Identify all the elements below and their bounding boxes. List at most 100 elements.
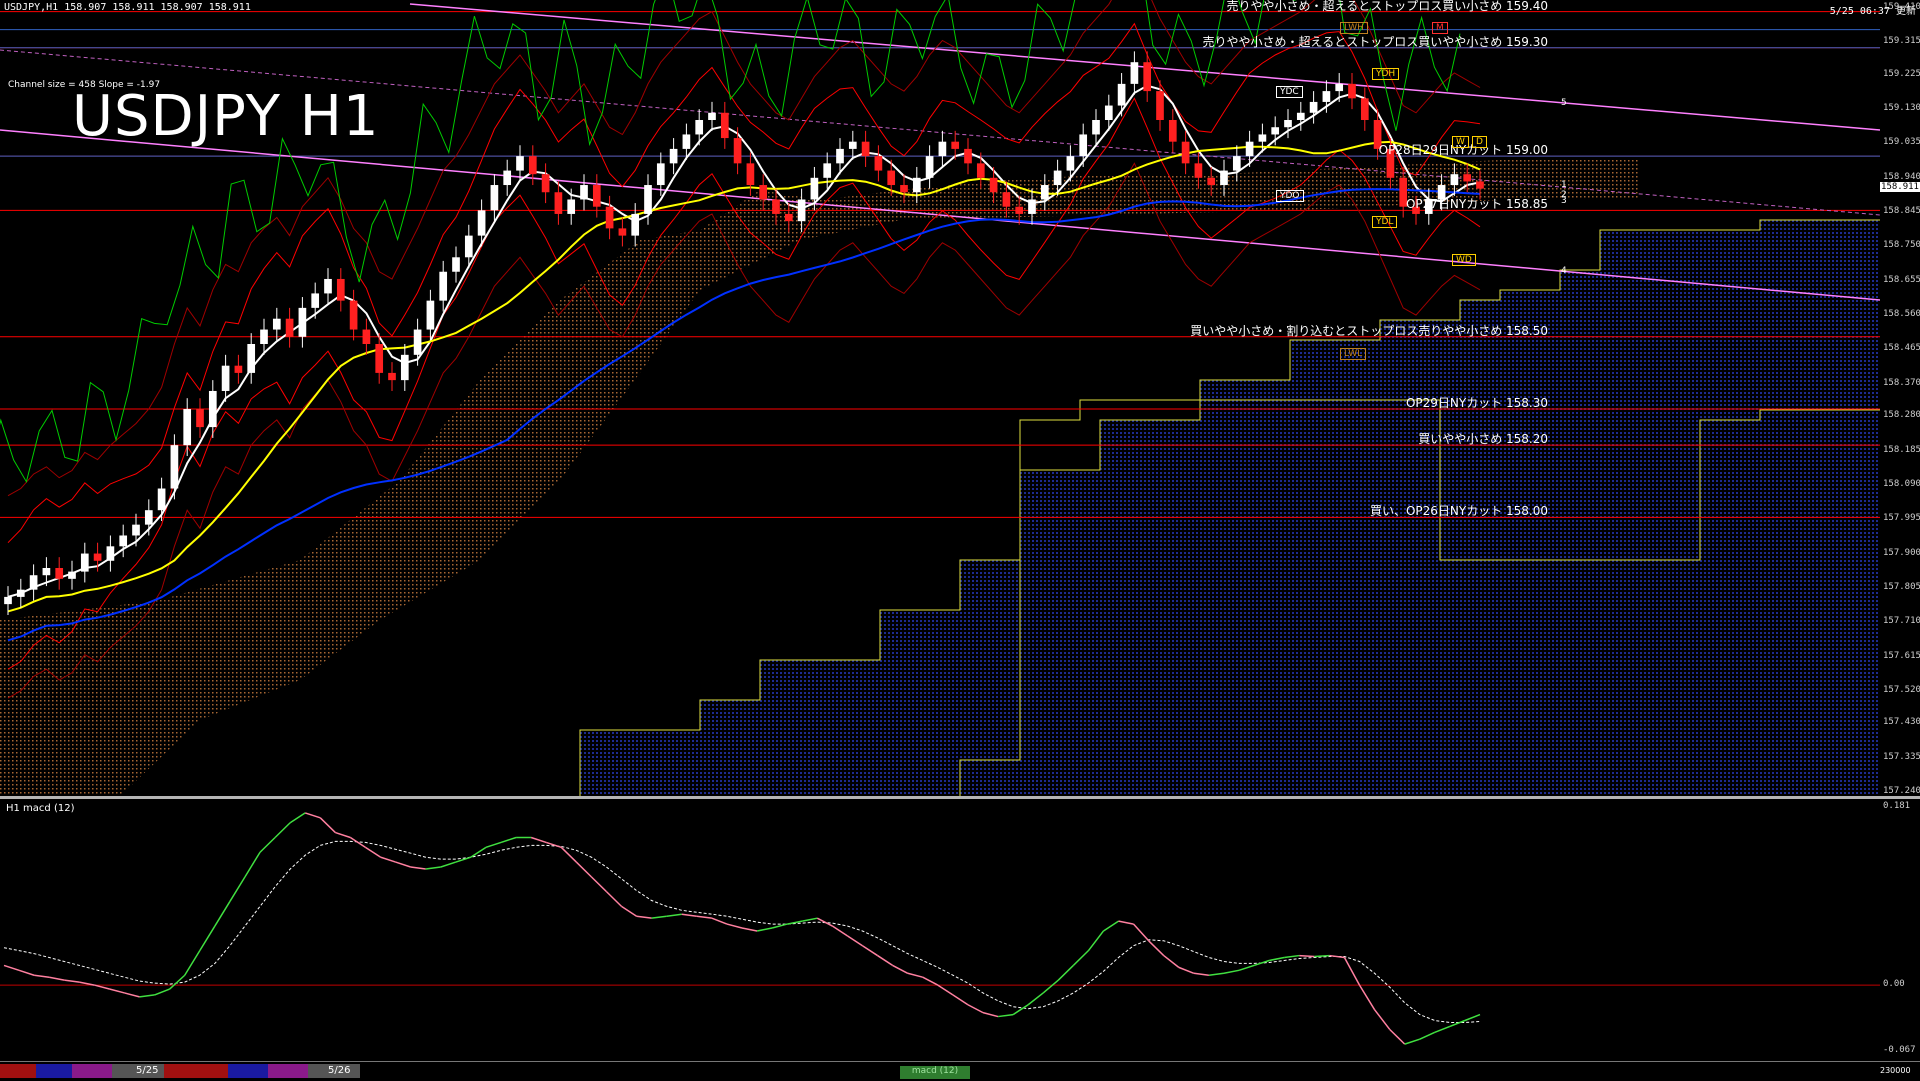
macd-main-segment <box>711 917 728 925</box>
candle-body <box>682 134 691 149</box>
candle-body <box>464 235 473 258</box>
price-tick: 159.315 <box>1883 36 1920 47</box>
channel-label: 4 <box>1561 266 1567 276</box>
macd-main-segment <box>1389 1028 1406 1045</box>
date-bar[interactable]: 5/25 5/26 macd (12) 230000 <box>0 1061 1920 1081</box>
candle-body <box>1130 62 1139 84</box>
price-chart-pane[interactable]: USDJPY,H1 158.907 158.911 158.907 158.91… <box>0 0 1880 796</box>
macd-main-segment <box>1057 964 1074 981</box>
candle-body <box>887 170 896 186</box>
current-price-marker: 158.911 <box>1880 182 1920 193</box>
symbol-info: USDJPY,H1 158.907 158.911 158.907 158.91… <box>4 2 251 13</box>
marker-ydc: YDC <box>1276 86 1303 98</box>
candle-body <box>1079 134 1088 157</box>
marker-ydo: YDO <box>1276 190 1304 202</box>
candle-body <box>1450 174 1459 186</box>
macd-pane[interactable]: H1 macd (12) <box>0 799 1880 1059</box>
candle-body <box>1258 134 1267 142</box>
candle-body <box>349 300 358 330</box>
candle-body <box>1207 177 1216 186</box>
candle-body <box>42 568 51 576</box>
macd-tick: 0.181 <box>1883 801 1911 811</box>
macd-main-segment <box>229 876 246 902</box>
price-tick: 157.805 <box>1883 581 1920 592</box>
macd-main-segment <box>184 950 201 976</box>
macd-main-segment <box>696 915 712 919</box>
candle-body <box>912 177 921 193</box>
macd-main-segment <box>1133 923 1150 942</box>
candle-body <box>1194 163 1203 178</box>
candle-body <box>1143 62 1152 92</box>
candle-body <box>1181 141 1190 164</box>
macd-main-segment <box>1208 972 1225 976</box>
candle-body <box>413 329 422 355</box>
price-tick: 157.240 <box>1883 786 1920 796</box>
candle-body <box>1168 120 1177 142</box>
candle-body <box>976 163 985 178</box>
macd-main-segment <box>1178 966 1195 974</box>
price-axis[interactable]: 159.410 159.315 159.225 159.130 159.035 158.9… <box>1880 0 1920 796</box>
candle-body <box>644 185 652 214</box>
price-tick: 158.090 <box>1883 478 1920 489</box>
macd-main-segment <box>1087 930 1105 952</box>
candle-body <box>80 553 89 572</box>
macd-main-segment <box>1027 992 1044 1006</box>
price-tick: 158.750 <box>1883 240 1920 251</box>
candle-body <box>426 300 435 330</box>
macd-main-segment <box>139 994 155 998</box>
macd-main-segment <box>425 866 441 870</box>
macd-main-segment <box>1358 984 1376 1011</box>
candle-body <box>68 571 76 579</box>
candle-body <box>55 568 64 579</box>
level-label: 買いやや小さめ 158.20 <box>1418 432 1548 447</box>
macd-main-segment <box>3 964 20 972</box>
candle-body <box>170 445 179 489</box>
macd-main-segment <box>214 901 231 927</box>
candle-body <box>554 192 563 214</box>
candle-body <box>900 185 908 193</box>
macd-main-segment <box>575 861 592 878</box>
macd-main-segment <box>1163 954 1180 968</box>
session-segment <box>164 1064 228 1078</box>
candle-body <box>1309 101 1318 113</box>
candle-body <box>938 141 947 157</box>
macd-main-segment <box>922 976 939 986</box>
indicator-tab[interactable]: macd (12) <box>900 1066 970 1079</box>
candle-body <box>1245 141 1254 157</box>
macd-main-segment <box>319 817 336 834</box>
macd-main-segment <box>530 836 547 844</box>
date-label: 5/25 <box>136 1065 159 1076</box>
candle-body <box>759 185 768 200</box>
price-tick: 158.940 <box>1883 171 1920 182</box>
price-tick: 157.615 <box>1883 650 1920 661</box>
session-segment <box>268 1064 308 1078</box>
candle-body <box>1156 91 1164 120</box>
macd-main-segment <box>651 915 667 919</box>
price-tick: 159.130 <box>1883 103 1920 114</box>
macd-main-segment <box>1373 1009 1391 1030</box>
candle-body <box>784 213 793 222</box>
macd-main-segment <box>485 841 502 849</box>
candle-body <box>989 177 998 193</box>
macd-main-segment <box>726 923 743 929</box>
candle-body <box>733 138 742 164</box>
candle-body <box>311 293 320 308</box>
macd-main-segment <box>274 822 291 839</box>
channel-label: 5 <box>1561 98 1567 108</box>
candle-body <box>1015 206 1024 214</box>
candle-body <box>324 278 332 294</box>
candle-body <box>285 318 294 337</box>
macd-main-segment <box>831 925 848 937</box>
macd-axis[interactable]: 0.181 0.00 -0.067 <box>1880 799 1920 1059</box>
candle-body <box>618 228 627 236</box>
volume-label: 230000 <box>1880 1066 1911 1075</box>
candle-body <box>298 307 307 337</box>
marker-wd: WD <box>1452 254 1476 266</box>
candle-body <box>1322 91 1331 102</box>
price-tick: 158.370 <box>1883 377 1920 388</box>
candle-body <box>1284 120 1292 128</box>
macd-main-segment <box>1419 1031 1436 1040</box>
price-tick: 159.035 <box>1883 137 1920 148</box>
candle-body <box>400 354 409 381</box>
candle-body <box>1053 170 1062 186</box>
